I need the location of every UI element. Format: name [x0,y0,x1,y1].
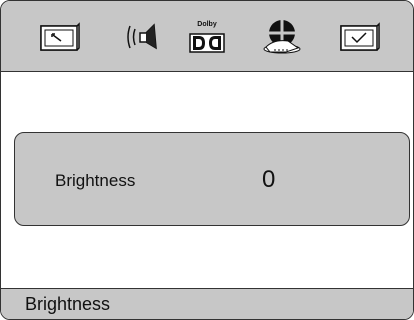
brightness-setting-row[interactable]: Brightness 0 [14,132,410,226]
osd-menu-panel: Dolby Brightness 0 Brightness [0,0,414,320]
status-text: Brightness [25,294,111,314]
dolby-label: Dolby [197,21,217,28]
tab-audio-setup[interactable] [119,13,169,61]
dolby-icon [189,33,225,53]
checkmark-screen-icon [340,22,380,51]
status-bar: Brightness [1,288,413,319]
tab-dolby-setup[interactable]: Dolby [182,13,232,61]
menu-tab-bar: Dolby [1,1,413,72]
setting-value[interactable]: 0 [262,166,275,194]
setting-label: Brightness [55,171,136,190]
tab-video-setup[interactable] [257,13,307,61]
tab-preference-setup[interactable] [334,13,384,61]
speaker-icon [127,23,157,50]
film-reel-icon [263,20,301,54]
tab-general-setup[interactable] [34,13,84,61]
wrench-screen-icon [40,22,80,51]
